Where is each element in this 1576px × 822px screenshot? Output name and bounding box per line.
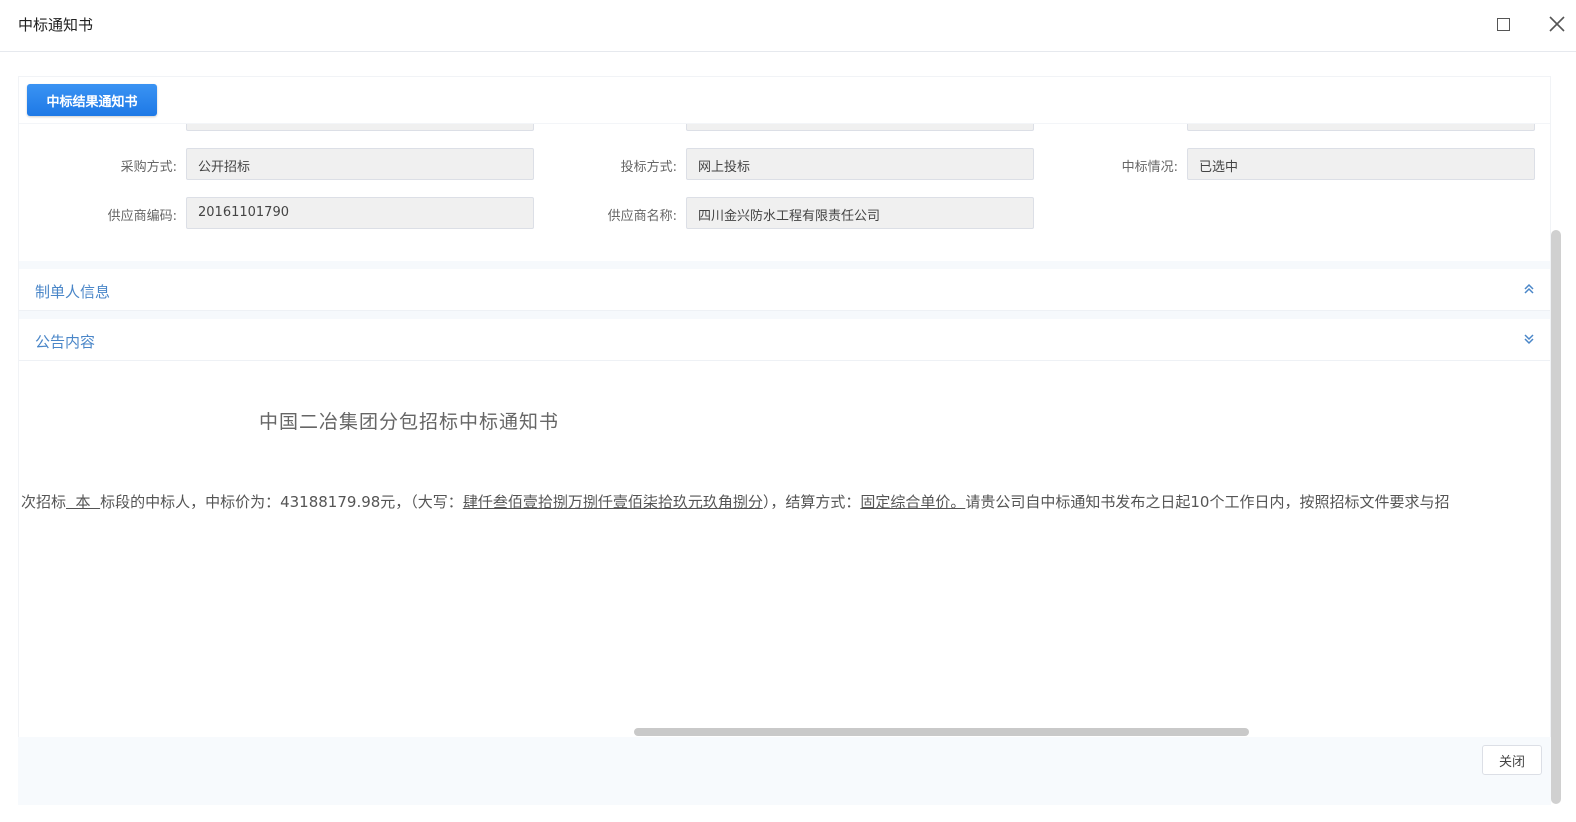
form-row-1: 采购方式: 公开招标 投标方式: 网上投标 中标情况: 已选中 (19, 148, 1550, 182)
section-divider (19, 261, 1550, 269)
award-status-field[interactable]: 已选中 (1187, 148, 1535, 180)
section-announcement-title: 公告内容 (35, 333, 96, 351)
form-row-2: 供应商编码: 20161101790 供应商名称: 四川金兴防水工程有限责任公司 (19, 197, 1550, 231)
notice-body: 次招标 本 标段的中标人，中标价为：43188179.98元，（大写：肆仟叁佰壹… (21, 491, 1449, 512)
purchase-method-label: 采购方式: (120, 160, 177, 175)
maximize-icon[interactable] (1497, 18, 1510, 31)
close-button[interactable]: 关闭 (1482, 745, 1542, 775)
section-divider (19, 311, 1550, 319)
scrolled-input-2 (686, 123, 1034, 131)
supplier-name-label: 供应商名称: (607, 209, 677, 224)
section-creator-info-title: 制单人信息 (35, 283, 111, 301)
award-notice-dialog: 中标通知书 中标结果通知书 采购方式: 公开招标 投标方式: 网上投标 中标情况… (0, 0, 1576, 822)
notice-title: 中国二冶集团分包招标中标通知书 (259, 411, 560, 433)
award-status-label: 中标情况: (1121, 160, 1178, 175)
vertical-scrollbar[interactable] (1551, 230, 1561, 804)
dialog-content: 中标结果通知书 采购方式: 公开招标 投标方式: 网上投标 中标情况: 已选中 … (18, 76, 1551, 805)
dialog-titlebar: 中标通知书 (0, 0, 1576, 52)
notice-settlement-method: 固定综合单价。 (860, 493, 966, 511)
section-creator-info[interactable]: 制单人信息 (19, 270, 1550, 311)
notice-text: ），结算方式： (762, 493, 861, 511)
supplier-code-field[interactable]: 20161101790 (186, 197, 534, 229)
notice-text: 请贵公司自中标通知书发布之日起10个工作日内，按照招标文件要求与招 (965, 493, 1450, 511)
chevron-double-down-icon[interactable] (1522, 332, 1536, 346)
bid-method-label: 投标方式: (620, 160, 677, 175)
section-announcement[interactable]: 公告内容 (19, 320, 1550, 361)
dialog-title: 中标通知书 (18, 16, 94, 34)
horizontal-scrollbar[interactable] (634, 728, 1249, 736)
close-icon[interactable] (1548, 15, 1566, 33)
supplier-code-label: 供应商编码: (107, 209, 177, 224)
dialog-footer: 关闭 (18, 737, 1551, 805)
notice-amount-words: 肆仟叁佰壹拾捌万捌仟壹佰柒拾玖元玖角捌分 (462, 493, 763, 511)
notice-scope: 本 (66, 493, 101, 511)
scrolled-input-1 (186, 123, 534, 131)
notice-text: 次招标 (21, 493, 67, 511)
supplier-name-field[interactable]: 四川金兴防水工程有限责任公司 (686, 197, 1034, 229)
bid-method-field[interactable]: 网上投标 (686, 148, 1034, 180)
purchase-method-field[interactable]: 公开招标 (186, 148, 534, 180)
tab-award-result-notice[interactable]: 中标结果通知书 (27, 84, 157, 116)
tab-bar: 中标结果通知书 (19, 77, 1550, 124)
chevron-double-up-icon[interactable] (1522, 282, 1536, 296)
scrolled-input-3 (1187, 123, 1535, 131)
notice-text: 标段的中标人，中标价为：43188179.98元，（大写： (100, 493, 463, 511)
